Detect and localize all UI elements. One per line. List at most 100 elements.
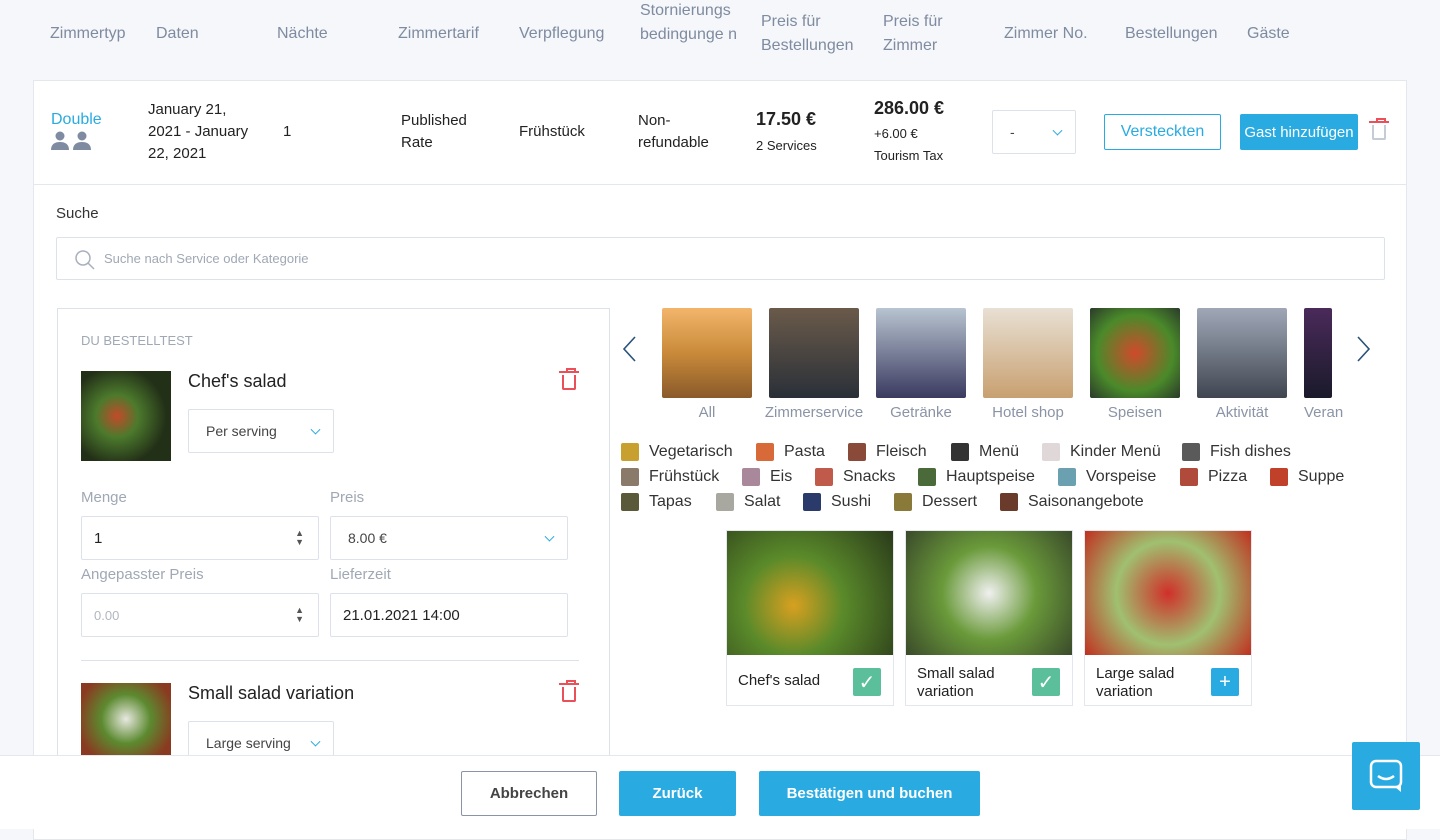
- carousel-next-icon[interactable]: [1357, 336, 1371, 362]
- category-event-image[interactable]: [1304, 308, 1332, 398]
- qty-stepper[interactable]: 1 ▲ ▼: [81, 516, 319, 560]
- subcategory-thumbnail-icon: [1058, 468, 1076, 486]
- search-label: Suche: [56, 205, 99, 222]
- product-name: Small salad variation: [917, 665, 995, 700]
- header-zimmertarif: Zimmertarif: [398, 25, 479, 42]
- custom-price-placeholder: 0.00: [94, 607, 120, 623]
- price-value: 8.00 €: [348, 530, 387, 546]
- add-guest-button[interactable]: Gast hinzufügen: [1240, 114, 1358, 150]
- category-label[interactable]: Getränke: [861, 404, 981, 421]
- divider: [33, 184, 1407, 185]
- orders-count: 2 Services: [756, 138, 817, 153]
- category-gift-image[interactable]: [983, 308, 1073, 398]
- chat-widget-button[interactable]: [1352, 742, 1420, 810]
- subcategory-item[interactable]: Fish dishes: [1182, 442, 1291, 462]
- chevron-down-icon: [310, 736, 321, 747]
- qty-label: Menge: [81, 489, 127, 506]
- category-label[interactable]: All: [647, 404, 767, 421]
- subcategory-thumbnail-icon: [815, 468, 833, 486]
- category-label[interactable]: Hotel shop: [968, 404, 1088, 421]
- subcategory-label: Snacks: [843, 468, 896, 485]
- room-type-link[interactable]: Double: [51, 109, 102, 131]
- subcategory-thumbnail-icon: [621, 493, 639, 511]
- subcategory-label: Pizza: [1208, 468, 1248, 485]
- delete-item-icon[interactable]: [559, 368, 579, 390]
- subcategory-item[interactable]: Kinder Menü: [1042, 442, 1161, 462]
- subcategory-item[interactable]: Dessert: [894, 492, 977, 512]
- rate: Published Rate: [401, 112, 467, 151]
- subcategory-item[interactable]: Vegetarisch: [621, 442, 733, 462]
- cancellation: Non-refundable: [638, 112, 709, 151]
- subcategory-item[interactable]: Pizza: [1180, 467, 1247, 487]
- delivery-label: Lieferzeit: [330, 566, 391, 583]
- product-card[interactable]: Large salad variation +: [1084, 530, 1252, 706]
- subcategory-label: Fish dishes: [1210, 443, 1291, 460]
- category-activity-image[interactable]: [1197, 308, 1287, 398]
- subcategory-thumbnail-icon: [716, 493, 734, 511]
- subcategory-item[interactable]: Vorspeise: [1058, 467, 1156, 487]
- guests-icon: [51, 131, 93, 151]
- delivery-input[interactable]: 21.01.2021 14:00: [330, 593, 568, 637]
- product-card[interactable]: Small salad variation ✓: [905, 530, 1073, 706]
- variant-value: Per serving: [206, 423, 277, 439]
- category-label[interactable]: Speisen: [1075, 404, 1195, 421]
- custom-price-input[interactable]: 0.00 ▲ ▼: [81, 593, 319, 637]
- subcategory-thumbnail-icon: [1270, 468, 1288, 486]
- custom-price-label: Angepasster Preis: [81, 566, 204, 583]
- price-select[interactable]: 8.00 €: [330, 516, 568, 560]
- subcategory-item[interactable]: Snacks: [815, 467, 895, 487]
- subcategory-item[interactable]: Salat: [716, 492, 780, 512]
- subcategory-item[interactable]: Saisonangebote: [1000, 492, 1144, 512]
- subcategory-item[interactable]: Pasta: [756, 442, 825, 462]
- header-verpflegung: Verpflegung: [519, 25, 605, 42]
- cancel-button[interactable]: Abbrechen: [461, 771, 597, 816]
- delete-item-icon[interactable]: [559, 680, 579, 702]
- subcategory-item[interactable]: Suppe: [1270, 467, 1344, 487]
- category-drinks-image[interactable]: [876, 308, 966, 398]
- hide-button[interactable]: Versteckten: [1104, 114, 1221, 150]
- subcategory-item[interactable]: Sushi: [803, 492, 871, 512]
- item-name: Small salad variation: [188, 683, 355, 703]
- subcategory-label: Vegetarisch: [649, 443, 733, 460]
- order-title: DU BESTELLTEST: [81, 333, 193, 348]
- variant-value: Large serving: [206, 735, 291, 751]
- subcategory-label: Salat: [744, 493, 781, 510]
- header-preis-bestellungen: Preis für Bestellungen: [761, 13, 854, 54]
- search-input[interactable]: Suche nach Service oder Kategorie: [56, 237, 1385, 280]
- category-label[interactable]: Zimmerservice: [754, 404, 874, 421]
- confirm-button[interactable]: Bestätigen und buchen: [759, 771, 980, 816]
- subcategory-thumbnail-icon: [742, 468, 760, 486]
- search-icon: [75, 250, 95, 270]
- check-icon[interactable]: ✓: [1032, 668, 1060, 696]
- category-label[interactable]: Aktivität: [1182, 404, 1302, 421]
- subcategory-item[interactable]: Hauptspeise: [918, 467, 1035, 487]
- stepper-arrows-icon[interactable]: ▲ ▼: [295, 529, 304, 547]
- subcategory-thumbnail-icon: [918, 468, 936, 486]
- category-food-image[interactable]: [1090, 308, 1180, 398]
- orders-price: 17.50 €: [756, 109, 817, 129]
- product-image: [1085, 531, 1251, 655]
- subcategory-item[interactable]: Eis: [742, 467, 792, 487]
- category-landscape-image[interactable]: [662, 308, 752, 398]
- check-icon[interactable]: ✓: [853, 668, 881, 696]
- delete-row-icon[interactable]: [1369, 118, 1389, 140]
- chevron-down-icon: [1052, 125, 1063, 136]
- plus-icon[interactable]: +: [1211, 668, 1239, 696]
- chevron-down-icon: [544, 531, 555, 542]
- stepper-arrows-icon[interactable]: ▲ ▼: [295, 606, 304, 624]
- variant-select[interactable]: Per serving: [188, 409, 334, 453]
- price-label: Preis: [330, 489, 365, 506]
- subcategory-label: Vorspeise: [1086, 468, 1157, 485]
- subcategory-item[interactable]: Fleisch: [848, 442, 927, 462]
- subcategory-item[interactable]: Frühstück: [621, 467, 719, 487]
- product-card[interactable]: Chef's salad ✓: [726, 530, 894, 706]
- room-no-select[interactable]: -: [992, 110, 1076, 154]
- subcategory-thumbnail-icon: [951, 443, 969, 461]
- category-label[interactable]: Veran: [1304, 404, 1364, 421]
- carousel-prev-icon[interactable]: [622, 336, 636, 362]
- subcategory-label: Kinder Menü: [1070, 443, 1161, 460]
- subcategory-item[interactable]: Menü: [951, 442, 1019, 462]
- back-button[interactable]: Zurück: [619, 771, 736, 816]
- subcategory-item[interactable]: Tapas: [621, 492, 692, 512]
- category-room-image[interactable]: [769, 308, 859, 398]
